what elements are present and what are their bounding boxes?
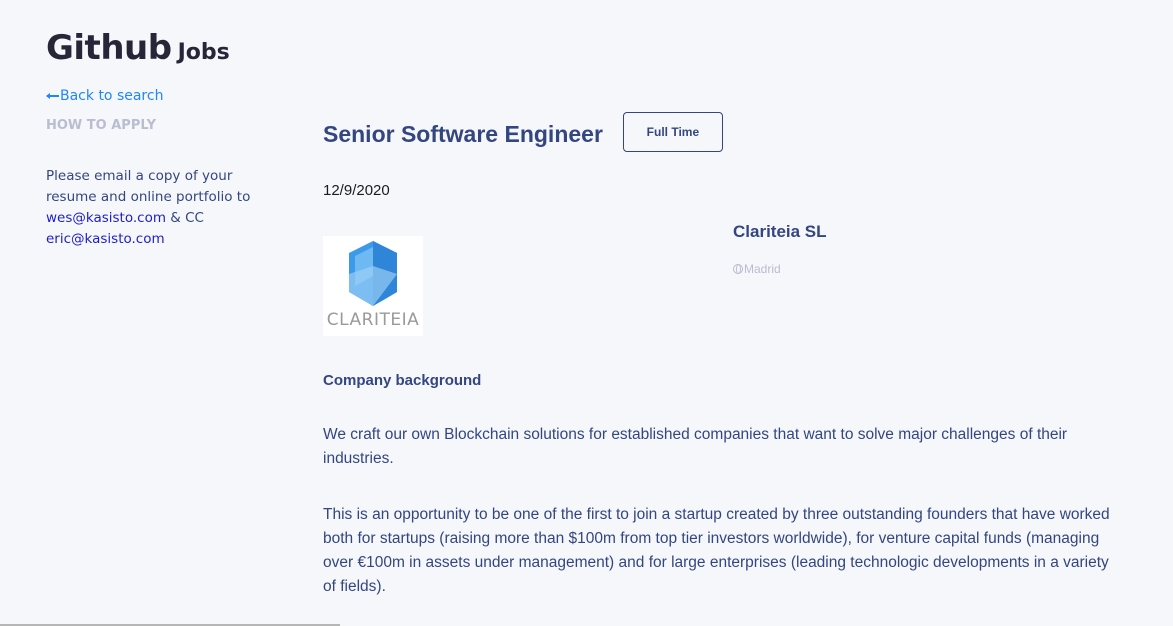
logo-wordmark: CLARITEIA [326, 310, 420, 330]
post-date: 12/9/2020 [323, 182, 390, 199]
email-link-wes[interactable]: wes@kasisto.com [46, 210, 166, 226]
back-to-search-link[interactable]: Back to search [46, 88, 256, 104]
job-type-badge: Full Time [622, 112, 723, 152]
job-title: Senior Software Engineer [323, 120, 603, 147]
company-logo: CLARITEIA [323, 236, 423, 336]
globe-icon [733, 264, 743, 274]
apply-text-before: Please email a copy of your resume and o… [46, 168, 251, 205]
company-name: Clariteia SL [733, 222, 827, 241]
job-location: Madrid [733, 262, 781, 276]
apply-instructions: Please email a copy of your resume and o… [46, 166, 256, 250]
description-paragraph-2: This is an opportunity to be one of the … [323, 506, 1110, 595]
location-label: Madrid [744, 262, 781, 276]
arrow-left-icon [46, 90, 59, 102]
job-details: Senior Software Engineer Full Time 12/9/… [323, 112, 1113, 599]
how-to-apply-heading: HOW TO APPLY [46, 118, 157, 133]
brand-main: Github [46, 28, 172, 68]
apply-text-middle: & CC [166, 210, 204, 226]
brand-sub: Jobs [177, 40, 230, 65]
site-logo: Github Jobs [46, 28, 230, 68]
company-background-heading: Company background [323, 372, 482, 389]
company-info: CLARITEIA Clariteia SL Madrid [323, 222, 1113, 336]
description-paragraph-1: We craft our own Blockchain solutions fo… [323, 426, 1068, 467]
email-link-eric[interactable]: eric@kasisto.com [46, 231, 165, 247]
back-to-search-label: Back to search [60, 88, 164, 104]
job-header: Senior Software Engineer Full Time [323, 112, 1113, 152]
sidebar: Back to search HOW TO APPLY Please email… [46, 88, 256, 250]
